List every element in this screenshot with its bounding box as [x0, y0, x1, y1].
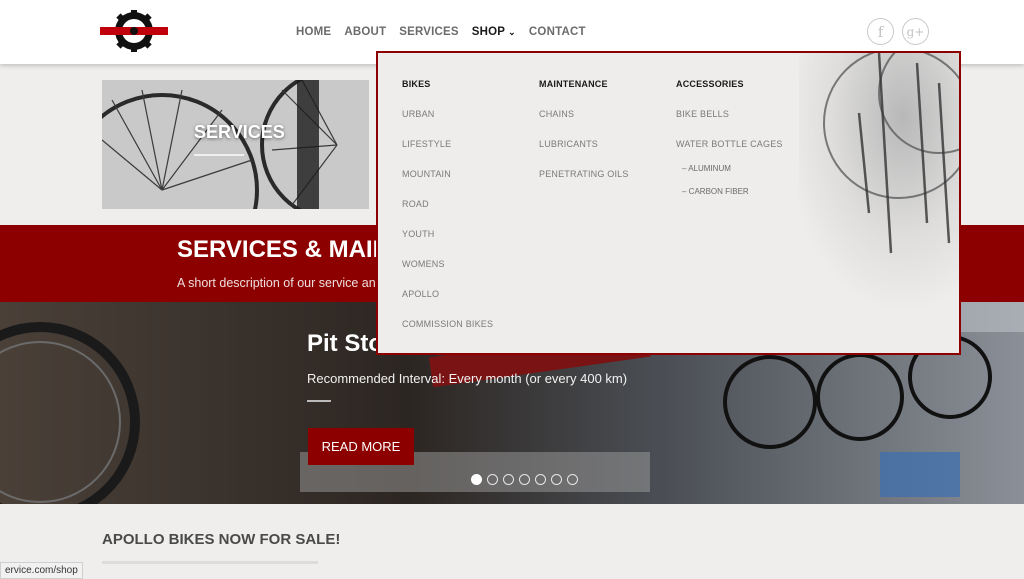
- main-nav: HOME ABOUT SERVICES SHOP ⌄ CONTACT: [296, 26, 599, 38]
- status-bar-url: ervice.com/shop: [0, 562, 83, 579]
- chevron-down-icon: ⌄: [508, 27, 516, 37]
- nav-shop[interactable]: SHOP ⌄: [472, 26, 516, 38]
- menu-item-youth[interactable]: YOUTH: [402, 229, 493, 259]
- mega-menu-bike-image: [799, 53, 959, 313]
- slider-dot[interactable]: [487, 474, 498, 485]
- menu-item-apollo[interactable]: APOLLO: [402, 289, 493, 319]
- slide-title: Pit Sto: [307, 330, 383, 357]
- slider-dot[interactable]: [471, 474, 482, 485]
- services-banner-title: SERVICES: [194, 122, 285, 142]
- apollo-underline: [102, 561, 318, 564]
- menu-heading-maintenance[interactable]: MAINTENANCE: [539, 79, 629, 89]
- nav-home[interactable]: HOME: [296, 26, 331, 38]
- menu-heading-accessories[interactable]: ACCESSORIES: [676, 79, 783, 89]
- menu-item-chains[interactable]: CHAINS: [539, 109, 629, 139]
- site-logo[interactable]: [100, 9, 168, 53]
- menu-column-accessories: ACCESSORIES BIKE BELLS WATER BOTTLE CAGE…: [676, 79, 783, 210]
- menu-item-lubricants[interactable]: LUBRICANTS: [539, 139, 629, 169]
- slider-dot[interactable]: [519, 474, 530, 485]
- menu-subitem-carbon-fiber[interactable]: – CARBON FIBER: [676, 187, 783, 210]
- slide-divider: [307, 400, 331, 402]
- nav-shop-label: SHOP: [471, 26, 506, 38]
- menu-item-mountain[interactable]: MOUNTAIN: [402, 169, 493, 199]
- menu-item-penetrating-oils[interactable]: PENETRATING OILS: [539, 169, 629, 199]
- slider-dot[interactable]: [535, 474, 546, 485]
- band-title: SERVICES & MAIN: [177, 236, 390, 263]
- menu-item-commission-bikes[interactable]: COMMISSION BIKES: [402, 319, 493, 349]
- menu-item-road[interactable]: ROAD: [402, 199, 493, 229]
- services-banner-image: [102, 80, 369, 209]
- menu-item-urban[interactable]: URBAN: [402, 109, 493, 139]
- google-plus-icon[interactable]: g+: [902, 18, 929, 45]
- slider-dot[interactable]: [567, 474, 578, 485]
- services-underline: [194, 154, 244, 156]
- apollo-heading: APOLLO BIKES NOW FOR SALE!: [102, 531, 341, 548]
- menu-item-water-bottle-cages[interactable]: WATER BOTTLE CAGES: [676, 139, 783, 164]
- menu-column-bikes: BIKES URBAN LIFESTYLE MOUNTAIN ROAD YOUT…: [402, 79, 493, 349]
- shop-mega-menu: BIKES URBAN LIFESTYLE MOUNTAIN ROAD YOUT…: [376, 51, 961, 355]
- slider-dots: [471, 474, 578, 485]
- band-description: A short description of our service an: [177, 276, 376, 290]
- menu-subitem-aluminum[interactable]: – ALUMINUM: [676, 164, 783, 187]
- nav-about[interactable]: ABOUT: [344, 26, 386, 38]
- slide-subtitle: Recommended Interval: Every month (or ev…: [307, 371, 628, 386]
- menu-item-womens[interactable]: WOMENS: [402, 259, 493, 289]
- read-more-button[interactable]: READ MORE: [308, 428, 414, 465]
- nav-contact[interactable]: CONTACT: [529, 26, 586, 38]
- slider-dot[interactable]: [551, 474, 562, 485]
- menu-item-bike-bells[interactable]: BIKE BELLS: [676, 109, 783, 139]
- menu-item-lifestyle[interactable]: LIFESTYLE: [402, 139, 493, 169]
- facebook-icon[interactable]: f: [867, 18, 894, 45]
- nav-services[interactable]: SERVICES: [399, 26, 459, 38]
- slider-dot[interactable]: [503, 474, 514, 485]
- menu-column-maintenance: MAINTENANCE CHAINS LUBRICANTS PENETRATIN…: [539, 79, 629, 199]
- menu-heading-bikes[interactable]: BIKES: [402, 79, 493, 89]
